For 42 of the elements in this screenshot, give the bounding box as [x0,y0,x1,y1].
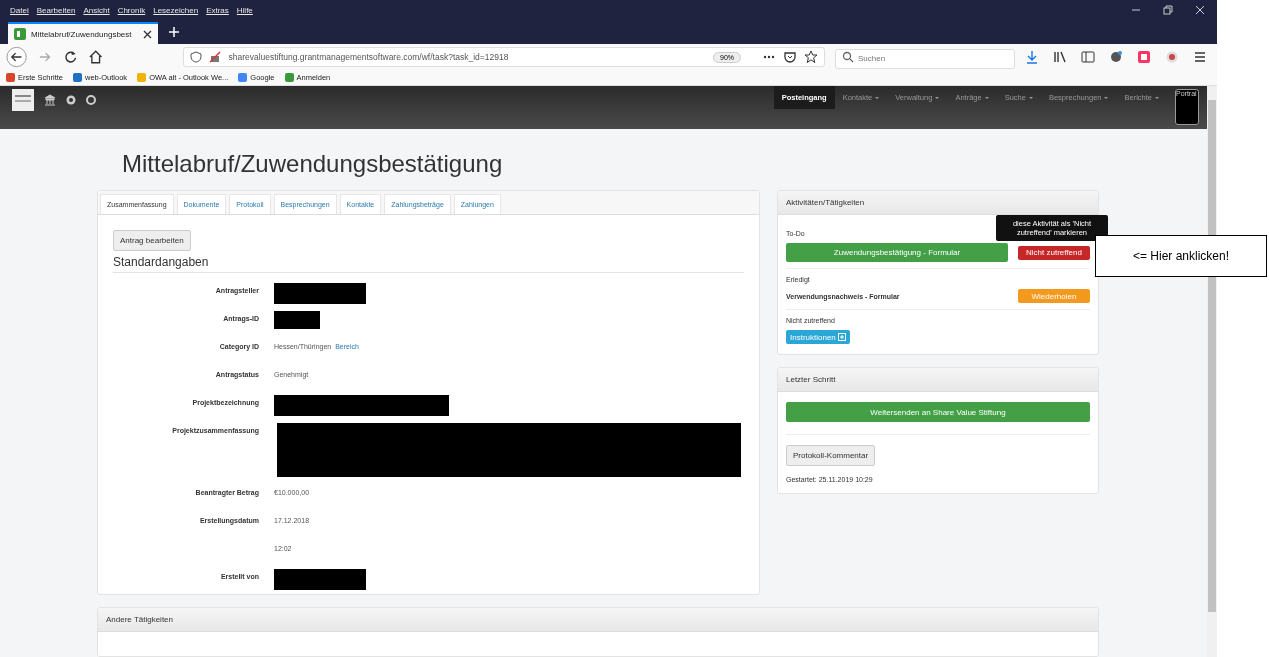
close-icon[interactable] [143,29,152,39]
comment-button[interactable]: Protokoll-Kommentar [786,445,876,466]
menu-item[interactable]: Bearbeiten [36,5,76,15]
extension-icon[interactable] [1165,50,1179,64]
menu-item[interactable]: Datei [10,5,29,15]
extension-icon[interactable] [1137,50,1151,64]
menu-item[interactable]: Ansicht [83,5,110,15]
page-title: Mittelabruf/Zuwendungsbestätigung [121,149,504,179]
new-tab-icon[interactable] [168,26,180,38]
lock-warning-icon [209,51,222,63]
pocket-icon[interactable] [783,50,797,64]
menu-item[interactable]: Lesezeichen [153,5,199,15]
download-icon[interactable] [1025,50,1039,64]
favicon-icon [14,28,26,40]
panel-title: Aktivitäten/Tätigkeiten [778,191,1098,215]
home-icon[interactable] [88,49,104,65]
reload-icon[interactable] [62,49,79,65]
section-title: Standardangaben [113,255,744,273]
library-icon[interactable] [1053,50,1067,64]
edit-button[interactable]: Antrag bearbeiten [113,230,191,251]
extension-icon[interactable] [1109,50,1123,64]
bank-icon[interactable] [44,94,56,106]
not-applicable-button[interactable]: Nicht zutreffend [1018,245,1090,260]
restore-icon[interactable] [1163,5,1173,15]
back-icon[interactable] [6,46,28,68]
url-text: sharevaluestiftung.grantmanagementsoftware.com/wf/task?task_id=12918 [228,52,510,62]
browser-tab[interactable]: Mittelabruf/Zuwendungsbest [8,22,158,44]
menu-item[interactable]: Hilfe [236,5,253,15]
logo-icon[interactable] [12,89,34,111]
search-field[interactable]: Suchen [835,48,1015,69]
menu-item[interactable]: Extras [206,5,229,15]
expand-icon [837,333,846,341]
shield-icon [190,51,203,63]
redaction-bar [274,311,320,329]
panel-title: Andere Tätigkeiten [98,608,1098,632]
panel-title: Letzter Schritt [778,368,1098,392]
callout-note: <= Hier anklicken! [1095,235,1267,277]
star-icon[interactable] [804,50,818,64]
sidebar-icon[interactable] [1081,50,1095,64]
menu-icon[interactable] [1193,50,1207,64]
menu-item[interactable]: Chronik [117,5,146,15]
search-icon [842,51,854,63]
